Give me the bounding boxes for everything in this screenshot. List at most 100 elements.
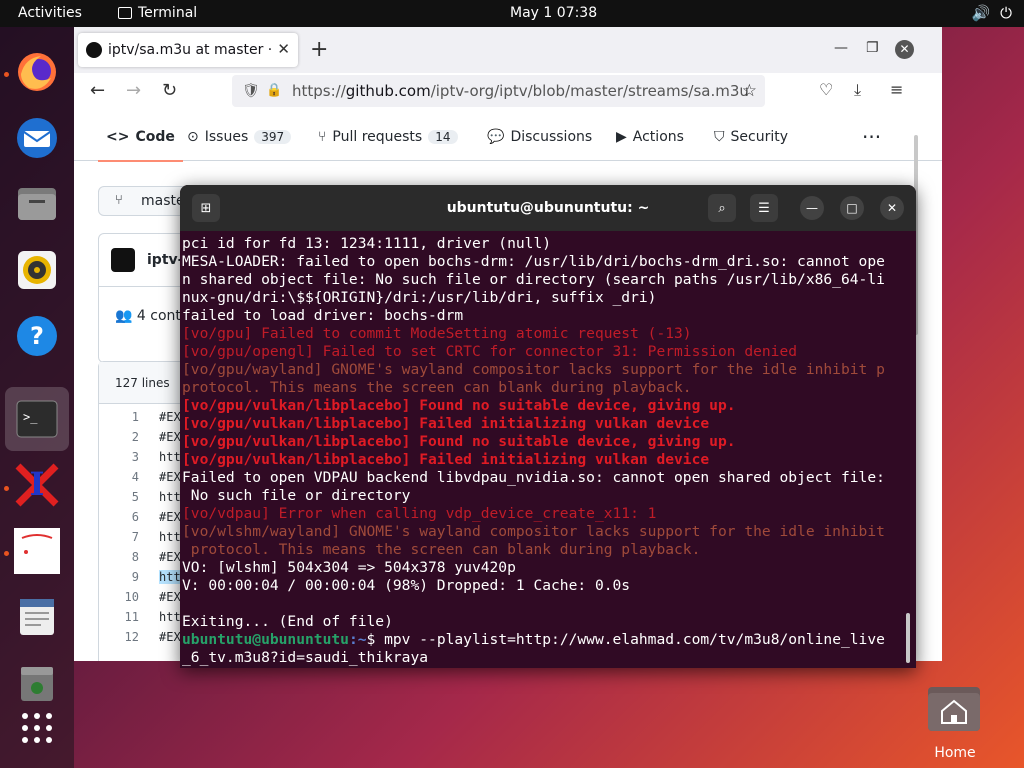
output-lines: pci id for fd 13: 1234:1111, driver (nul… bbox=[182, 235, 904, 631]
code-line[interactable]: 10 #EX bbox=[99, 590, 181, 610]
url-bar[interactable]: 🛡 🔒 https://github.com/iptv-org/iptv/blo… bbox=[232, 75, 765, 107]
line-number[interactable]: 3 bbox=[99, 450, 139, 464]
code-line[interactable]: 12 #EX bbox=[99, 630, 181, 650]
code-line[interactable]: 7 htt bbox=[99, 530, 181, 550]
svg-text:?: ? bbox=[30, 322, 44, 350]
line-number[interactable]: 12 bbox=[99, 630, 139, 644]
power-icon[interactable]: ⏻ bbox=[1000, 4, 1012, 22]
code-line[interactable]: 6 #EX bbox=[99, 510, 181, 530]
volume-icon[interactable]: 🔊 bbox=[971, 4, 990, 22]
firefox-icon[interactable] bbox=[12, 47, 62, 97]
new-tab-button[interactable]: + bbox=[310, 37, 328, 62]
maximize-icon[interactable]: □ bbox=[840, 196, 864, 220]
line-number[interactable]: 5 bbox=[99, 490, 139, 504]
command-text: mpv --playlist=http://www.elahmad.com/tv… bbox=[375, 631, 885, 648]
restore-icon[interactable]: ❐ bbox=[866, 40, 879, 56]
line-text: htt bbox=[159, 570, 181, 584]
close-icon[interactable]: ✕ bbox=[880, 196, 904, 220]
line-number[interactable]: 4 bbox=[99, 470, 139, 484]
back-icon[interactable]: ← bbox=[90, 80, 105, 101]
thunderbird-icon[interactable] bbox=[12, 113, 62, 163]
issue-icon: ⊙ bbox=[187, 129, 199, 145]
code-line[interactable]: 9 htt bbox=[99, 570, 181, 590]
terminal-icon[interactable]: >_ bbox=[5, 387, 69, 451]
more-options-icon[interactable]: ··· bbox=[862, 125, 881, 149]
code-line[interactable]: 8 #EX bbox=[99, 550, 181, 570]
tab-security[interactable]: ⛉ Security bbox=[714, 129, 788, 145]
home-folder-icon[interactable] bbox=[926, 683, 982, 735]
help-icon[interactable]: ? bbox=[12, 311, 62, 361]
code-line[interactable]: 11 htt bbox=[99, 610, 181, 630]
terminal-line: n shared object file: No such file or di… bbox=[182, 271, 885, 288]
commit-author[interactable]: iptv- bbox=[147, 252, 183, 268]
minimize-icon[interactable]: — bbox=[800, 196, 824, 220]
line-number[interactable]: 11 bbox=[99, 610, 139, 624]
show-apps-icon[interactable] bbox=[12, 703, 62, 753]
line-number[interactable]: 10 bbox=[99, 590, 139, 604]
forward-icon[interactable]: → bbox=[126, 80, 141, 101]
terminal-line: [vo/wlshm/wayland] GNOME's wayland compo… bbox=[182, 523, 885, 540]
code-line[interactable]: 1 #EX bbox=[99, 410, 181, 430]
tab-actions[interactable]: ▶ Actions bbox=[616, 129, 684, 145]
tab-label: Pull requests bbox=[332, 129, 423, 145]
close-tab-icon[interactable]: ✕ bbox=[277, 40, 290, 58]
code-line[interactable]: 4 #EX bbox=[99, 470, 181, 490]
files-icon[interactable] bbox=[12, 179, 62, 229]
terminal-line: [vo/gpu] Failed to commit ModeSetting at… bbox=[182, 325, 692, 342]
code-line[interactable]: 5 htt bbox=[99, 490, 181, 510]
terminal-scrollbar[interactable] bbox=[906, 613, 910, 663]
code-line[interactable]: 2 #EX bbox=[99, 430, 181, 450]
shield-icon[interactable]: 🛡 bbox=[242, 83, 260, 99]
terminal-line: nux-gnu/dri:\$${ORIGIN}/dri:/usr/lib/dri… bbox=[182, 289, 657, 306]
tab-issues[interactable]: ⊙ Issues 397 bbox=[187, 129, 292, 145]
svg-text:I: I bbox=[30, 465, 45, 503]
close-window-icon[interactable]: ✕ bbox=[895, 40, 914, 59]
lock-icon[interactable]: 🔒 bbox=[266, 83, 282, 98]
terminal-output[interactable]: pci id for fd 13: 1234:1111, driver (nul… bbox=[182, 235, 904, 667]
system-tray[interactable]: 🔊 ⏻ bbox=[971, 4, 1012, 22]
pocket-icon[interactable]: ♡ bbox=[819, 80, 833, 99]
prompt-line: ubuntutu@ubununtutu:~$ mpv --playlist=ht… bbox=[182, 631, 904, 649]
activities-button[interactable]: Activities bbox=[18, 5, 82, 21]
line-number[interactable]: 1 bbox=[99, 410, 139, 424]
terminal-line: protocol. This means the screen can blan… bbox=[182, 541, 701, 558]
clock[interactable]: May 1 07:38 bbox=[510, 5, 597, 21]
people-icon: 👥 bbox=[115, 308, 133, 324]
trash-icon[interactable] bbox=[12, 658, 62, 708]
avatar[interactable] bbox=[111, 248, 135, 272]
line-number[interactable]: 9 bbox=[99, 570, 139, 584]
hamburger-menu-icon[interactable]: ☰ bbox=[750, 194, 778, 222]
tab-code[interactable]: <> Code bbox=[98, 129, 183, 162]
tab-label: Discussions bbox=[510, 129, 593, 145]
line-number[interactable]: 8 bbox=[99, 550, 139, 564]
rhythmbox-icon[interactable] bbox=[12, 245, 62, 295]
text-editor-icon[interactable] bbox=[12, 592, 62, 642]
minimize-icon[interactable]: — bbox=[834, 40, 848, 56]
svg-text:>_: >_ bbox=[23, 410, 38, 424]
url-host: github.com bbox=[345, 82, 431, 100]
github-favicon-icon bbox=[86, 42, 102, 58]
search-icon[interactable]: ⌕ bbox=[708, 194, 736, 222]
pr-count-badge: 14 bbox=[428, 130, 458, 144]
tab-label: Code bbox=[135, 129, 175, 145]
app-menu[interactable]: Terminal bbox=[118, 5, 197, 21]
security-shield-icon: ⛉ bbox=[714, 129, 725, 145]
prompt-path: :~ bbox=[348, 631, 367, 648]
browser-tab[interactable]: iptv/sa.m3u at master · iptv ✕ bbox=[78, 33, 298, 67]
line-number[interactable]: 7 bbox=[99, 530, 139, 544]
download-icon[interactable]: ⤓ bbox=[854, 80, 861, 100]
menu-icon[interactable]: ≡ bbox=[890, 80, 903, 99]
xtreme-app-icon[interactable]: I bbox=[12, 460, 62, 510]
reload-icon[interactable]: ↻ bbox=[162, 80, 177, 101]
terminal-line: [vo/gpu/vulkan/libplacebo] Found no suit… bbox=[182, 397, 736, 414]
image-app-icon[interactable] bbox=[12, 526, 62, 576]
tab-pull-requests[interactable]: ⑂ Pull requests 14 bbox=[318, 129, 458, 145]
code-line[interactable]: 3 htt bbox=[99, 450, 181, 470]
terminal-line: [vo/gpu/vulkan/libplacebo] Failed initia… bbox=[182, 415, 710, 432]
home-folder-label[interactable]: Home bbox=[920, 745, 990, 761]
tab-discussions[interactable]: 💬 Discussions bbox=[487, 129, 592, 145]
bookmark-star-icon[interactable]: ☆ bbox=[742, 81, 757, 101]
line-number[interactable]: 2 bbox=[99, 430, 139, 444]
line-number[interactable]: 6 bbox=[99, 510, 139, 524]
